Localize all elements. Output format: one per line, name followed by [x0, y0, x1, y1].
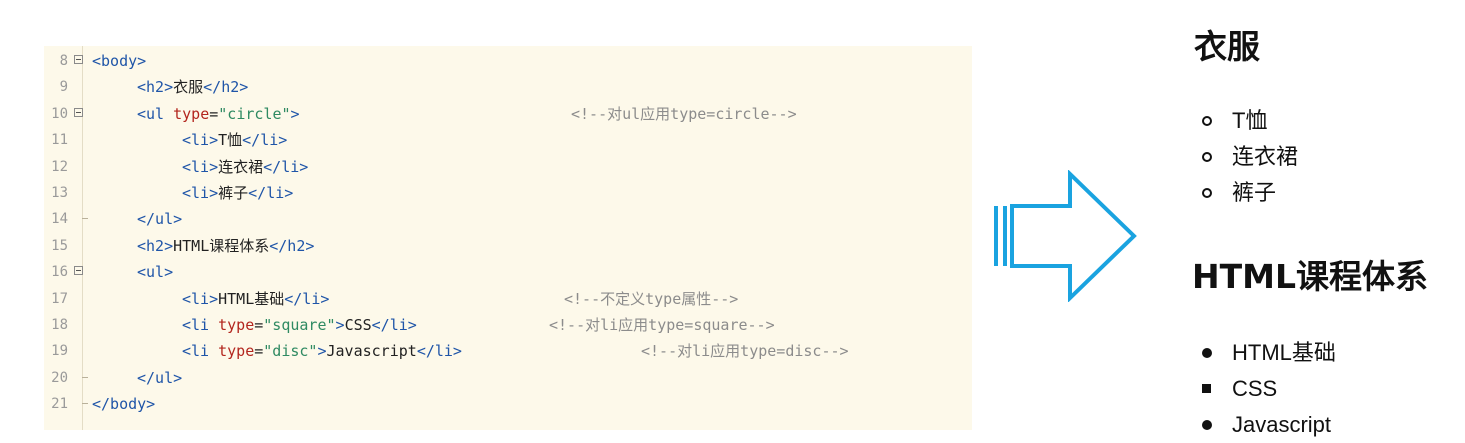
- code-text[interactable]: <li type="square">CSS</li>: [182, 312, 417, 338]
- circle-bullet-icon: [1202, 116, 1212, 126]
- line-number: 19: [51, 343, 68, 360]
- line-number: 9: [59, 79, 68, 96]
- list-item-label: 裤子: [1232, 180, 1277, 205]
- list-item: 连衣裙: [1202, 142, 1299, 172]
- fold-end-marker: [82, 218, 88, 220]
- list-item-label: T恤: [1232, 108, 1268, 133]
- code-comment: <!--不定义type属性-->: [564, 289, 739, 308]
- disc-bullet-icon: [1202, 420, 1212, 430]
- code-text[interactable]: <li>裤子</li>: [182, 180, 293, 206]
- code-line: 10 <ul type="circle"> <!--对ul应用type=circle…: [44, 101, 972, 127]
- list-item-label: Javascript: [1232, 412, 1332, 437]
- code-comment: <!--对li应用type=disc-->: [641, 342, 849, 361]
- code-comment: <!--对li应用type=square-->: [549, 316, 775, 334]
- code-text[interactable]: <ul type="circle">: [137, 101, 300, 127]
- code-line: 14 </ul>: [44, 206, 972, 232]
- code-line: 11 <li>T恤</li>: [44, 127, 972, 153]
- code-line: 8 <body>: [44, 48, 972, 74]
- line-number: 17: [51, 290, 68, 307]
- code-line: 15 <h2>HTML课程体系</h2>: [44, 233, 972, 259]
- line-number: 10: [51, 105, 68, 122]
- code-line: 20 </ul>: [44, 365, 972, 391]
- heading-clothes: 衣服: [1194, 27, 1260, 66]
- line-number: 16: [51, 264, 68, 281]
- heading-html-course: HTML课程体系: [1192, 257, 1428, 296]
- right-arrow-icon: [994, 170, 1137, 302]
- fold-toggle-icon[interactable]: [74, 107, 83, 117]
- fold-end-marker: [82, 376, 88, 378]
- fold-toggle-icon[interactable]: [74, 266, 83, 276]
- code-line: 17 <li>HTML基础</li> <!--不定义type属性-->: [44, 286, 972, 312]
- line-number: 21: [51, 396, 68, 413]
- square-bullet-icon: [1202, 384, 1211, 393]
- line-number: 13: [51, 185, 68, 201]
- line-number: 15: [51, 237, 68, 254]
- code-text[interactable]: <li>连衣裙</li>: [182, 154, 308, 180]
- line-number: 8: [59, 53, 68, 69]
- code-line: 13 <li>裤子</li>: [44, 180, 972, 206]
- circle-bullet-icon: [1202, 188, 1212, 198]
- list-item-label: HTML基础: [1232, 340, 1336, 365]
- code-text[interactable]: </ul>: [137, 365, 182, 391]
- code-line: 19 <li type="disc">Javascript</li> <!--对li…: [44, 338, 972, 364]
- code-text[interactable]: </body>: [92, 391, 155, 417]
- code-comment: <!--对ul应用type=circle-->: [571, 104, 797, 123]
- code-editor[interactable]: 8 <body> 9 <h2>衣服</h2> 10 <ul type="circle"> <…: [44, 46, 972, 430]
- list-item: T恤: [1202, 106, 1268, 136]
- code-text[interactable]: <li>T恤</li>: [182, 127, 287, 153]
- line-number: 14: [51, 211, 68, 228]
- line-number: 20: [51, 369, 68, 386]
- list-item-label: CSS: [1232, 376, 1278, 401]
- line-number: 18: [51, 317, 68, 333]
- fold-end-marker: [82, 403, 88, 405]
- code-text[interactable]: <h2>衣服</h2>: [137, 74, 248, 100]
- rendered-output: 衣服 T恤 连衣裙 裤子 HTML课程体系 HTML基础 CSS Javascr…: [1160, 0, 1465, 443]
- code-line: 16 <ul>: [44, 259, 972, 285]
- list-item: CSS: [1202, 374, 1278, 404]
- code-line: 21 </body>: [44, 391, 972, 417]
- fold-toggle-icon[interactable]: [74, 55, 83, 64]
- list-item: HTML基础: [1202, 338, 1336, 368]
- line-number: 11: [51, 132, 68, 149]
- code-line: 9 <h2>衣服</h2>: [44, 74, 972, 100]
- code-text[interactable]: <li type="disc">Javascript</li>: [182, 338, 462, 364]
- circle-bullet-icon: [1202, 152, 1212, 162]
- code-line: 12 <li>连衣裙</li>: [44, 154, 972, 180]
- list-item: Javascript: [1202, 410, 1332, 440]
- code-text[interactable]: <li>HTML基础</li>: [182, 286, 329, 312]
- code-line: 18 <li type="square">CSS</li> <!--对li应用typ…: [44, 312, 972, 338]
- code-text[interactable]: <body>: [92, 48, 146, 74]
- code-text[interactable]: </ul>: [137, 206, 182, 232]
- list-item-label: 连衣裙: [1232, 144, 1299, 169]
- list-item: 裤子: [1202, 178, 1277, 208]
- line-number: 12: [51, 158, 68, 175]
- disc-bullet-icon: [1202, 348, 1212, 358]
- code-text[interactable]: <h2>HTML课程体系</h2>: [137, 233, 314, 259]
- code-text[interactable]: <ul>: [137, 259, 173, 285]
